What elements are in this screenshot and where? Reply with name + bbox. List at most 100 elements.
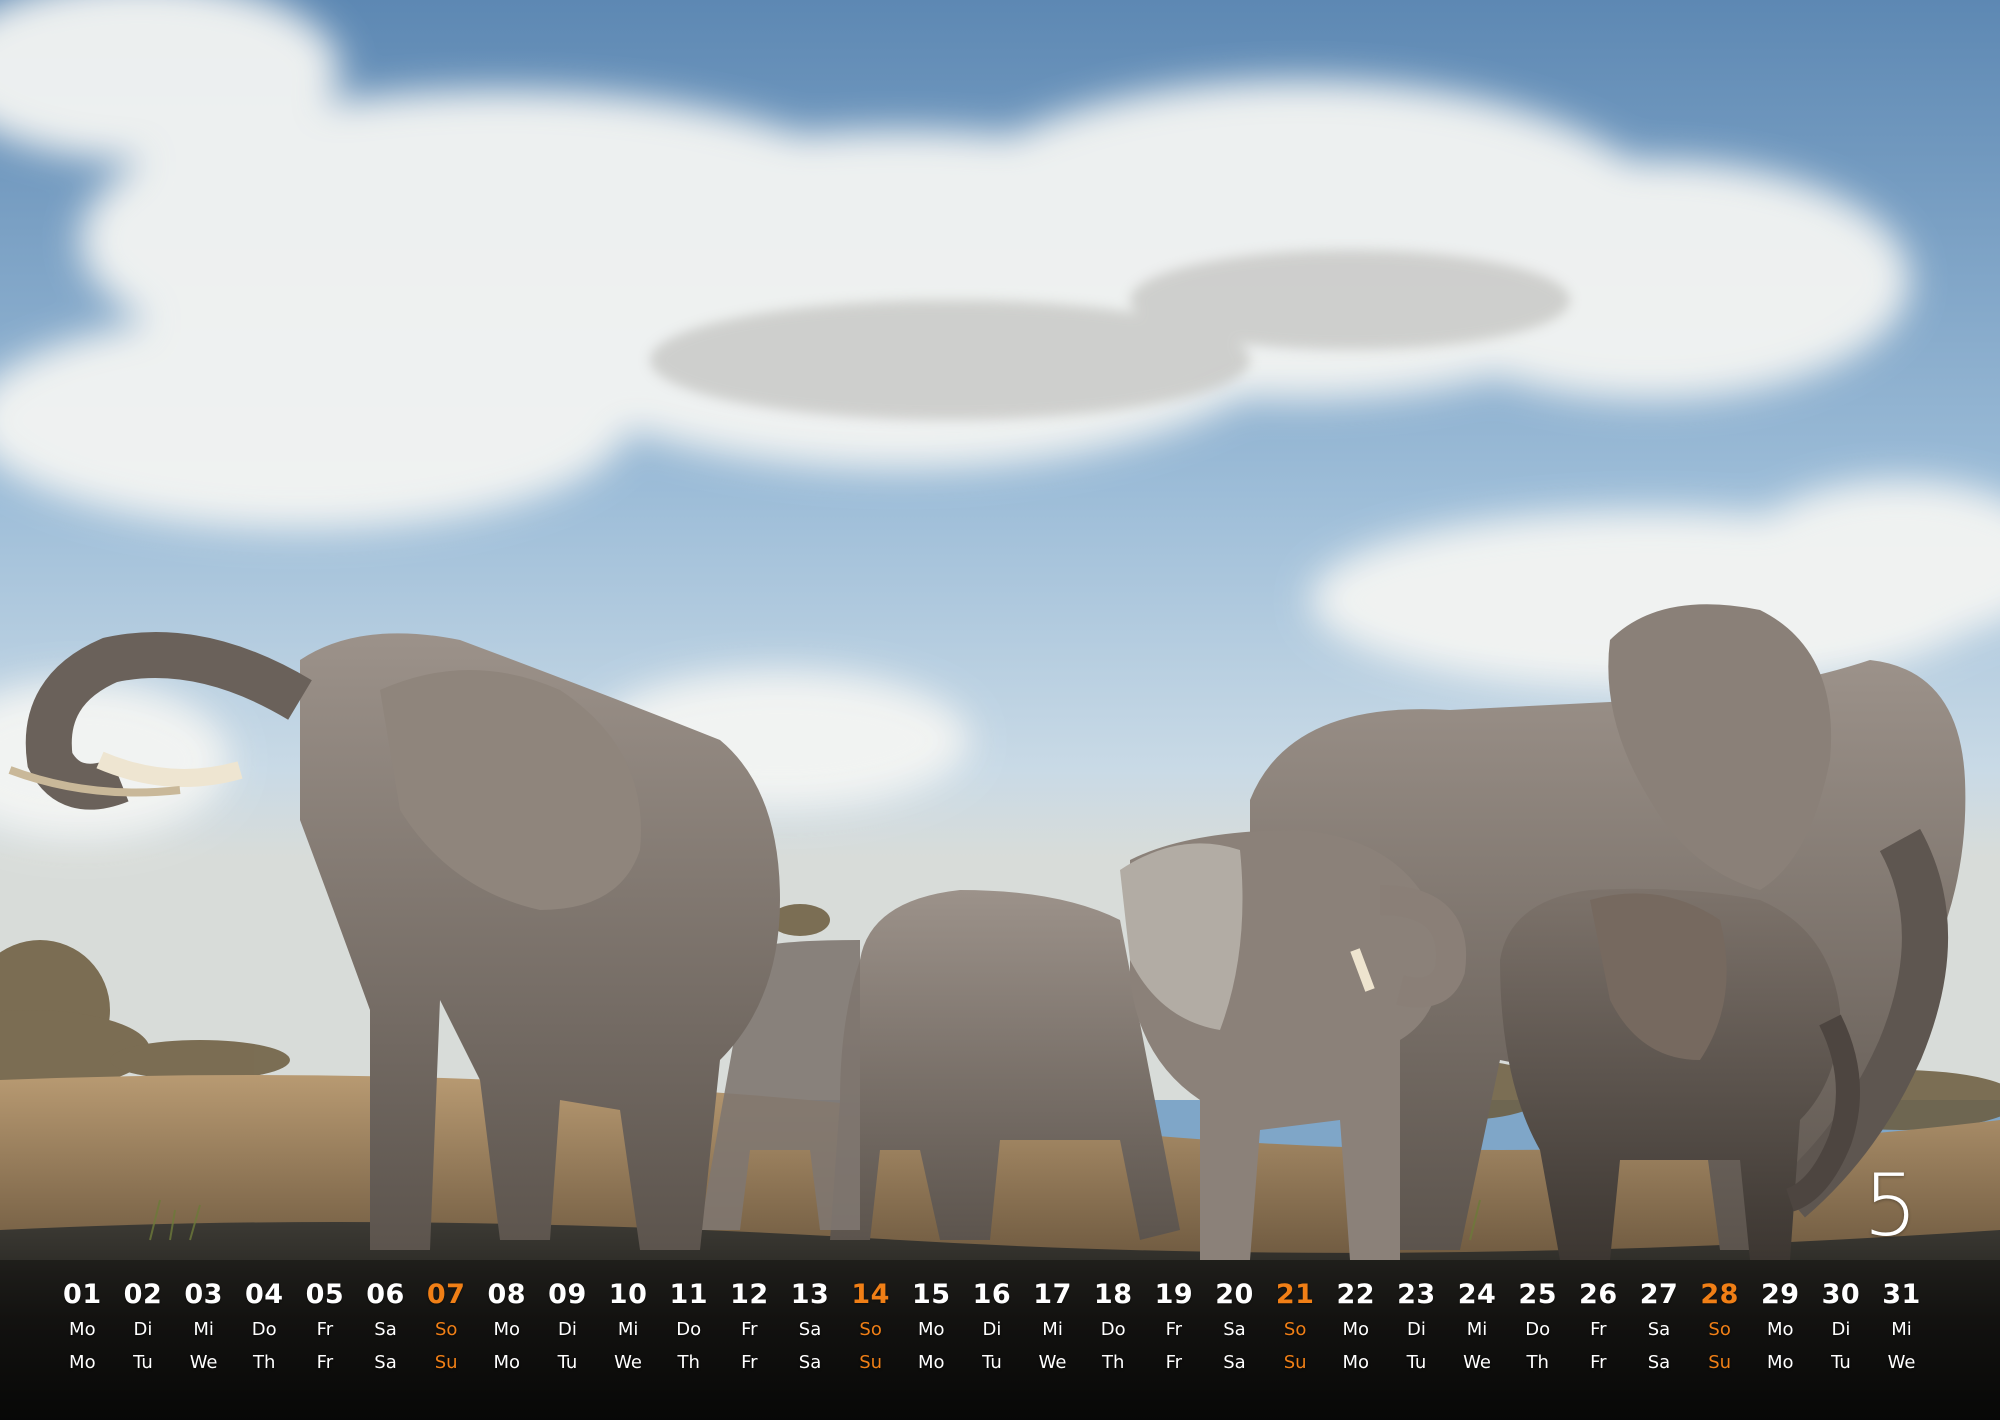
weekday-en: Fr (1590, 1352, 1607, 1373)
day-number: 04 (244, 1279, 284, 1310)
weekday-de: Sa (798, 1319, 822, 1340)
weekday-de: Mi (1891, 1319, 1912, 1340)
weekday-de: Di (1406, 1319, 1426, 1340)
weekday-de: Do (1100, 1319, 1126, 1340)
day-column: 27 Sa Sa (1629, 1278, 1690, 1375)
day-column: 10 Mi We (598, 1278, 659, 1375)
weekday-de: Fr (741, 1319, 758, 1340)
day-number: 16 (972, 1279, 1012, 1310)
weekday-de: Mi (193, 1319, 214, 1340)
weekday-en: We (1463, 1352, 1491, 1373)
day-column: 11 Do Th (658, 1278, 719, 1375)
weekday-de: Do (676, 1319, 702, 1340)
weekday-de: Fr (316, 1319, 334, 1340)
day-number: 07 (426, 1279, 466, 1310)
day-column: 18 Do Th (1083, 1278, 1144, 1375)
calendar-strip: 01 Mo Mo 02 Di Tu 03 Mi We 04 Do Th 05 Fr Fr 06 Sa Sa 07 So… (52, 1278, 1972, 1375)
day-column: 14 So Su (840, 1278, 901, 1375)
day-number: 24 (1457, 1279, 1497, 1310)
day-number: 20 (1215, 1279, 1254, 1310)
elephant-herd-photo (0, 0, 2000, 1420)
day-number: 26 (1579, 1279, 1618, 1310)
day-number: 27 (1639, 1279, 1679, 1310)
weekday-de: Do (251, 1319, 277, 1340)
weekday-de: Fr (1165, 1319, 1183, 1340)
weekday-en: Mo (493, 1352, 521, 1373)
weekday-de: So (859, 1319, 882, 1340)
weekday-en: Su (859, 1352, 883, 1373)
day-number: 21 (1275, 1279, 1315, 1310)
day-column: 13 Sa Sa (780, 1278, 841, 1375)
day-number: 18 (1093, 1279, 1133, 1310)
day-column: 25 Do Th (1507, 1278, 1568, 1375)
weekday-de: So (1708, 1319, 1731, 1340)
weekday-de: Do (1525, 1319, 1551, 1340)
day-column: 19 Fr Fr (1144, 1278, 1205, 1375)
day-number: 08 (487, 1279, 527, 1310)
day-number: 23 (1397, 1279, 1436, 1310)
day-number: 14 (851, 1279, 890, 1310)
day-column: 23 Di Tu (1386, 1278, 1447, 1375)
day-column: 09 Di Tu (537, 1278, 598, 1375)
day-number: 12 (730, 1279, 769, 1310)
weekday-en: Sa (798, 1352, 822, 1373)
day-column: 07 So Su (416, 1278, 477, 1375)
weekday-en: Fr (316, 1352, 334, 1373)
day-number: 28 (1700, 1279, 1739, 1310)
day-column: 05 Fr Fr (295, 1278, 356, 1375)
weekday-de: Di (133, 1319, 153, 1340)
day-number: 06 (366, 1279, 405, 1310)
weekday-de: Mi (617, 1319, 639, 1340)
weekday-de: Di (1831, 1319, 1851, 1340)
day-number: 15 (912, 1279, 951, 1310)
day-column: 16 Di Tu (962, 1278, 1023, 1375)
day-column: 17 Mi We (1022, 1278, 1083, 1375)
weekday-de: So (434, 1319, 458, 1340)
weekday-de: Sa (1647, 1319, 1671, 1340)
day-number: 05 (305, 1279, 345, 1310)
day-column: 22 Mo Mo (1325, 1278, 1386, 1375)
weekday-en: We (189, 1352, 218, 1373)
weekday-de: Fr (1590, 1319, 1607, 1340)
weekday-de: So (1283, 1319, 1307, 1340)
day-number: 17 (1033, 1279, 1072, 1310)
day-number: 02 (123, 1279, 163, 1310)
weekday-en: Th (677, 1352, 700, 1373)
day-column: 30 Di Tu (1811, 1278, 1872, 1375)
weekday-en: Th (1526, 1352, 1549, 1373)
day-column: 08 Mo Mo (476, 1278, 537, 1375)
weekday-en: Mo (69, 1352, 96, 1373)
day-number: 30 (1821, 1279, 1861, 1310)
weekday-en: We (1887, 1352, 1916, 1373)
day-column: 26 Fr Fr (1568, 1278, 1629, 1375)
day-number: 11 (669, 1279, 709, 1310)
day-number: 13 (790, 1279, 830, 1310)
weekday-en: Th (1102, 1352, 1125, 1373)
day-column: 06 Sa Sa (355, 1278, 416, 1375)
weekday-de: Mo (918, 1319, 945, 1340)
weekday-de: Mo (1342, 1319, 1370, 1340)
day-number: 25 (1518, 1279, 1557, 1310)
weekday-en: Mo (1766, 1352, 1794, 1373)
weekday-en: Tu (133, 1352, 153, 1373)
day-column: 24 Mi We (1447, 1278, 1508, 1375)
weekday-en: Sa (1223, 1352, 1246, 1373)
weekday-en: We (614, 1352, 642, 1373)
weekday-de: Mo (69, 1319, 96, 1340)
day-column: 03 Mi We (173, 1278, 234, 1375)
day-column: 21 So Su (1265, 1278, 1326, 1375)
weekday-en: Sa (374, 1352, 397, 1373)
month-number: 5 (1863, 1156, 1919, 1256)
weekday-en: Th (253, 1352, 276, 1373)
weekday-en: Sa (1647, 1352, 1671, 1373)
weekday-en: We (1038, 1352, 1067, 1373)
weekday-en: Mo (1342, 1352, 1370, 1373)
day-number: 03 (184, 1279, 223, 1310)
weekday-de: Sa (1223, 1319, 1246, 1340)
day-column: 04 Do Th (234, 1278, 295, 1375)
weekday-en: Su (1708, 1352, 1732, 1373)
day-number: 09 (548, 1279, 587, 1310)
day-number: 31 (1882, 1279, 1921, 1310)
weekday-en: Su (1283, 1352, 1307, 1373)
weekday-de: Di (558, 1319, 577, 1340)
